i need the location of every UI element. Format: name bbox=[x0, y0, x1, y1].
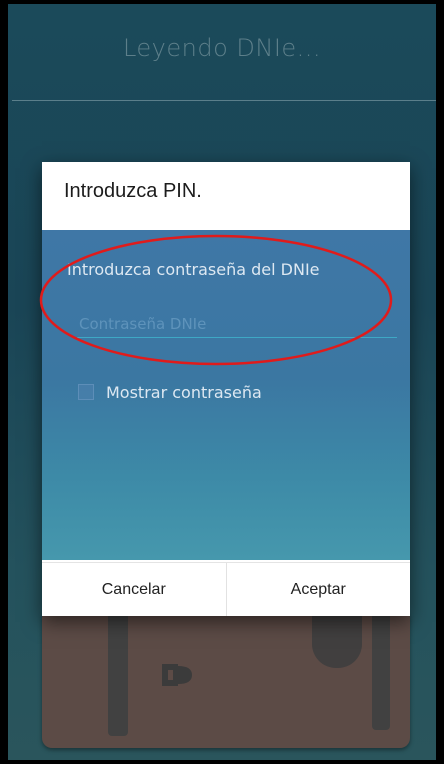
cancel-button[interactable]: Cancelar bbox=[42, 563, 226, 616]
card-bar-left bbox=[108, 608, 128, 736]
chip-icon bbox=[162, 664, 192, 686]
card-shape bbox=[312, 608, 362, 668]
dialog-body: Introduzca contraseña del DNIe Mostrar c… bbox=[42, 230, 410, 560]
header-divider bbox=[12, 100, 436, 101]
show-password-toggle[interactable]: Mostrar contraseña bbox=[78, 380, 262, 404]
phone-screen: Leyendo DNIe... Introduzca PIN. Introduz… bbox=[0, 0, 444, 764]
show-password-label: Mostrar contraseña bbox=[106, 382, 262, 402]
dnie-card-illustration bbox=[42, 608, 410, 748]
pin-prompt-label: Introduzca contraseña del DNIe bbox=[67, 260, 320, 279]
dialog-button-bar: Cancelar Aceptar bbox=[42, 562, 410, 616]
dialog-title: Introduzca PIN. bbox=[64, 180, 202, 202]
reading-status-title: Leyendo DNIe... bbox=[122, 34, 322, 62]
accept-button[interactable]: Aceptar bbox=[227, 563, 411, 616]
show-password-checkbox[interactable] bbox=[78, 384, 94, 400]
card-bar-right bbox=[372, 608, 390, 730]
pin-dialog: Introduzca PIN. Introduzca contraseña de… bbox=[42, 162, 410, 616]
pin-input[interactable] bbox=[77, 311, 397, 338]
